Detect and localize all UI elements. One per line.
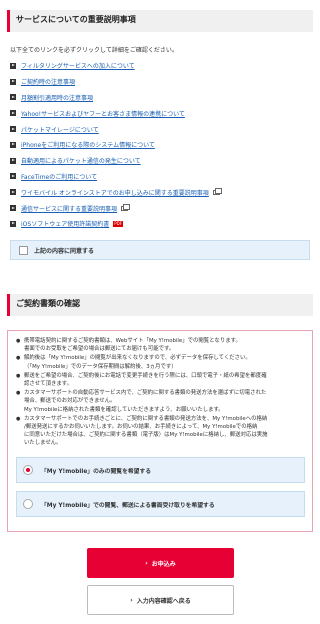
notice-list: 携帯電話契約に関するご契約書類は、Webサイト「My Y!mobile」での閲覧… [16,337,304,448]
option-view-and-mail[interactable]: 「My Y!mobile」での閲覧、郵送による書面受け取りを希望する [16,491,305,517]
list-item: Yahoo!サービスおよびヤフーとお客さま情報の連携について [10,105,310,121]
agree-label: 上記の内容に同意する [34,247,95,255]
link-ios-license[interactable]: iOSソフトウェア使用許諾契約書 [21,219,109,228]
arrow-icon [10,62,16,69]
notice-line: いたしません。 [24,440,62,447]
notice-link-list: フィルタリングサービスへの加入について ご契約時の注意事項 月額割引適用時の注意… [10,58,310,232]
notice-line: 解約後は「My Y!mobile」の閲覧が出来なくなりますので、必ずデータを保存… [24,355,251,362]
notice-item: 解約後は「My Y!mobile」の閲覧が出来なくなりますので、必ずデータを保存… [16,354,304,370]
external-link-icon [121,203,131,211]
external-link-icon [212,187,222,195]
link-monthly-discount[interactable]: 月額割引適用時の注意事項 [21,93,93,102]
list-item: iPhoneをご利用になる際のシステム情報について [10,137,310,153]
apply-button-label: お申込み [151,560,176,568]
notice-line: カスタマーサポートでのお手続きごとに、ご契約に関する書類の発送方法を、My Y!… [24,415,268,422]
apply-button[interactable]: › お申込み [87,548,234,578]
notice-line: カスタマーサポートの自動応答サービス内で、ご契約に関する書類の発送方法を選ばずに… [24,390,267,397]
back-to-confirm-button[interactable]: › 入力内容確認へ戻る [87,585,234,615]
list-item: iOSソフトウェア使用許諾契約書 PDF [10,216,310,232]
option-label: 「My Y!mobile」での閲覧、郵送による書面受け取りを希望する [41,502,215,509]
agree-checkbox[interactable] [19,245,28,255]
link-filtering-service[interactable]: フィルタリングサービスへの加入について [21,61,135,70]
notice-line: 認させて頂きます。 [24,381,72,388]
agree-checkbox-row[interactable]: 上記の内容に同意する [10,240,310,260]
chevron-right-icon: › [145,559,148,567]
option-label: 「My Y!mobile」のみの閲覧を希望する [41,468,152,475]
arrow-icon [10,78,16,85]
list-item: 月額割引適用時の注意事項 [10,90,310,106]
notice-line: （「My Y!mobile」でのデータ保存期間は解約後、3ヵ月です） [24,363,177,370]
radio-unselected-icon[interactable] [23,499,33,509]
notice-item: カスタマーサポートでのお手続きごとに、ご契約に関する書類の発送方法を、My Y!… [16,415,304,448]
link-contract-notes[interactable]: ご契約時の注意事項 [21,77,75,86]
arrow-icon [10,173,16,180]
list-item: 通信サービスに関する重要説明事項 [10,200,310,216]
contract-documents-heading: ご契約書類の確認 [7,294,313,316]
arrow-icon [10,205,16,212]
chevron-right-icon: › [130,596,133,604]
arrow-icon [10,94,16,101]
arrow-icon [10,220,16,227]
notice-item: 携帯電話契約に関するご契約書類は、Webサイト「My Y!mobile」での閲覧… [16,337,304,353]
list-item: ワイモバイル オンラインストアでのお申し込みに関する重要説明事項 [10,184,310,200]
link-auto-packet[interactable]: 自動適用によるパケット通信の発生について [21,156,141,165]
notice-item: カスタマーサポートの自動応答サービス内で、ご契約に関する書類の発送方法を選ばずに… [16,389,304,414]
intro-text: 以下全てのリンクを必ずクリックして詳細をご確認ください。 [10,47,178,54]
notice-line: 携帯電話契約に関するご契約書類は、Webサイト「My Y!mobile」での閲覧… [24,338,241,344]
notice-line: /郵送発送にするかお伺いいたします。お伺いの結果、お手続きによって、My Y!m… [24,424,258,431]
list-item: FaceTimeのご利用について [10,169,310,185]
notice-line: 場合、郵送でのお対応ができません。 [24,398,116,405]
back-button-label: 入力内容確認へ戻る [136,597,191,605]
arrow-icon [10,126,16,133]
option-view-only[interactable]: 「My Y!mobile」のみの閲覧を希望する [16,457,305,483]
notice-item: 郵送をご希望の場合、ご契約後にお電話で変更手続きを行う際には、口頭で電子・紙の希… [16,372,304,388]
pdf-icon: PDF [113,220,123,227]
notice-line: 書面でのお受取をご希望の場合は郵送にてお届けも可能です。 [24,346,175,353]
contract-notice-box: 携帯電話契約に関するご契約書類は、Webサイト「My Y!mobile」での閲覧… [7,330,313,532]
link-facetime[interactable]: FaceTimeのご利用について [21,172,97,181]
list-item: ご契約時の注意事項 [10,74,310,90]
notice-line: My Y!mobileに格納された書類を確認していただきますよう、お願いいたしま… [24,406,224,413]
arrow-icon [10,157,16,164]
notice-line: 郵送をご希望の場合、ご契約後にお電話で変更手続きを行う際には、口頭で電子・紙の希… [24,372,267,379]
link-packet-mileage[interactable]: パケットマイレージについて [21,125,99,134]
link-communication-service[interactable]: 通信サービスに関する重要説明事項 [21,204,117,213]
notice-line: に同意いただけた場合は、ご契約に関する書類（電子版）はMy Y!mobileに格… [24,432,268,439]
list-item: フィルタリングサービスへの加入について [10,58,310,74]
radio-selected-icon[interactable] [23,465,33,475]
link-yahoo-services[interactable]: Yahoo!サービスおよびヤフーとお客さま情報の連携について [21,109,185,118]
arrow-icon [10,141,16,148]
important-notice-heading: サービスについての重要説明事項 [7,10,313,32]
arrow-icon [10,189,16,196]
list-item: 自動適用によるパケット通信の発生について [10,153,310,169]
list-item: パケットマイレージについて [10,121,310,137]
link-iphone-system-info[interactable]: iPhoneをご利用になる際のシステム情報について [21,140,155,149]
arrow-icon [10,110,16,117]
link-online-store-notes[interactable]: ワイモバイル オンラインストアでのお申し込みに関する重要説明事項 [21,188,209,197]
